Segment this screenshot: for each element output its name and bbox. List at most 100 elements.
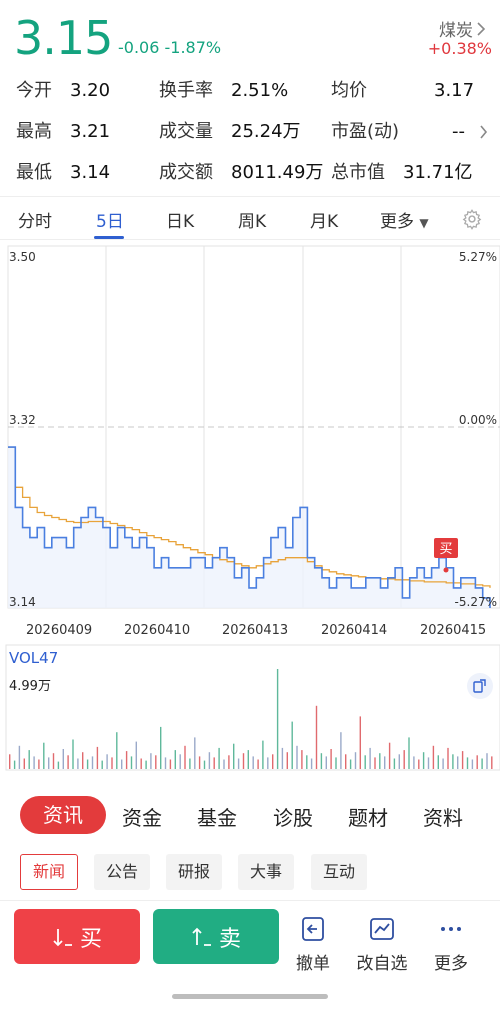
volume-bar bbox=[242, 753, 245, 769]
volume-bar bbox=[486, 753, 488, 769]
cancel-order-icon bbox=[302, 917, 324, 941]
volume-panel[interactable]: VOL47 4.99万 bbox=[0, 643, 500, 773]
volume-bar bbox=[471, 759, 474, 769]
volume-bar bbox=[130, 756, 133, 769]
volume-bar bbox=[101, 760, 103, 769]
amount-label: 成交额 bbox=[159, 162, 213, 183]
tab-daily[interactable]: 日K bbox=[166, 207, 194, 232]
y-axis-right-bottom-label: -5.27% bbox=[455, 595, 497, 609]
tab-theme[interactable]: 题材 bbox=[348, 802, 388, 831]
volume-bar bbox=[325, 756, 327, 769]
tab-diagnosis[interactable]: 诊股 bbox=[273, 802, 313, 831]
current-price: 3.15 bbox=[14, 11, 113, 65]
edit-watchlist-label: 改自选 bbox=[356, 954, 408, 974]
buy-button[interactable]: 买 bbox=[14, 909, 140, 964]
volume-bar bbox=[145, 760, 147, 769]
date-label: 20260413 bbox=[222, 623, 288, 638]
tab-more-label: 更多 bbox=[380, 212, 414, 232]
subtab-interaction[interactable]: 互动 bbox=[311, 854, 368, 890]
volume-bar bbox=[481, 758, 483, 769]
subtab-news[interactable]: 新闻 bbox=[20, 854, 79, 890]
volume-bar bbox=[208, 752, 211, 769]
change-percent: -1.87% bbox=[164, 38, 222, 57]
volume-label: 成交量 bbox=[159, 121, 213, 142]
volume-bar bbox=[67, 755, 69, 769]
volume-bar bbox=[198, 756, 201, 769]
buy-marker-dot bbox=[443, 567, 449, 573]
volume-bar bbox=[150, 753, 152, 769]
volume-bar bbox=[179, 754, 181, 769]
turnover-label: 换手率 bbox=[159, 80, 213, 101]
five-day-chart[interactable]: 3.50 3.32 3.14 5.27% 0.00% -5.27% 202604… bbox=[0, 240, 500, 640]
sell-button[interactable]: 卖 bbox=[153, 909, 279, 964]
tab-intraday[interactable]: 分时 bbox=[18, 207, 52, 232]
info-tabs: 资讯 资金 基金 诊股 题材 资料 bbox=[0, 790, 500, 840]
volume-bar bbox=[379, 753, 381, 769]
volume-bar bbox=[272, 754, 274, 769]
sector-link[interactable]: 煤炭 bbox=[439, 16, 486, 41]
edit-watchlist-icon bbox=[370, 918, 394, 940]
low-value: 3.14 bbox=[70, 162, 111, 183]
volume-bar bbox=[257, 759, 259, 769]
tab-capital[interactable]: 资金 bbox=[122, 802, 162, 831]
volume-bar bbox=[393, 758, 396, 769]
change-amount: -0.06 bbox=[118, 38, 160, 57]
volume-bar bbox=[62, 749, 64, 769]
volume-bar bbox=[82, 752, 84, 769]
tab-more[interactable]: 更多 ▼ bbox=[380, 207, 429, 232]
edit-watchlist-button[interactable]: 改自选 bbox=[351, 913, 413, 974]
more-button[interactable]: 更多 bbox=[420, 913, 482, 974]
more-dots-icon bbox=[441, 927, 461, 931]
home-indicator bbox=[172, 994, 328, 999]
volume-bar bbox=[169, 759, 172, 769]
subtab-research[interactable]: 研报 bbox=[166, 854, 223, 890]
volume-bar bbox=[418, 759, 420, 769]
tab-monthly[interactable]: 月K bbox=[310, 207, 338, 232]
y-axis-bottom-label: 3.14 bbox=[9, 595, 36, 609]
avg-value: 3.17 bbox=[434, 80, 475, 101]
volume-bar bbox=[48, 757, 50, 769]
y-axis-right-mid-label: 0.00% bbox=[459, 413, 497, 427]
volume-bar bbox=[291, 721, 293, 769]
volume-max-label: 4.99万 bbox=[9, 679, 51, 694]
volume-bar bbox=[91, 756, 94, 769]
chevron-right-icon[interactable] bbox=[480, 125, 488, 139]
gear-icon[interactable] bbox=[461, 208, 483, 230]
volume-bar bbox=[189, 758, 191, 769]
volume-bar bbox=[398, 754, 400, 769]
volume-bar bbox=[296, 745, 298, 769]
volume-bar bbox=[28, 750, 30, 769]
low-label: 最低 bbox=[16, 162, 52, 183]
subtab-announcement[interactable]: 公告 bbox=[94, 854, 151, 890]
rotate-screen-icon[interactable] bbox=[467, 673, 493, 699]
volume-bar bbox=[286, 752, 288, 769]
volume-bar bbox=[276, 669, 279, 769]
volume-value: 25.24万 bbox=[231, 121, 301, 142]
sell-arrow-icon bbox=[192, 927, 211, 946]
turnover-value: 2.51% bbox=[231, 80, 289, 101]
tab-weekly[interactable]: 周K bbox=[238, 207, 266, 232]
avg-label: 均价 bbox=[331, 80, 367, 101]
volume-bar bbox=[140, 758, 142, 769]
volume-bar bbox=[125, 751, 128, 769]
volume-bar bbox=[432, 745, 435, 769]
volume-bar bbox=[164, 757, 167, 769]
stats-row: 最低 3.14 成交额 8011.49万 总市值 31.71亿 bbox=[0, 152, 500, 193]
tab-profile[interactable]: 资料 bbox=[423, 802, 463, 831]
volume-bar bbox=[320, 753, 323, 769]
tab-news-info[interactable]: 资讯 bbox=[20, 796, 106, 834]
volume-title: VOL47 bbox=[9, 649, 59, 667]
tab-fund[interactable]: 基金 bbox=[197, 802, 237, 831]
volume-bar bbox=[413, 756, 415, 769]
volume-bar bbox=[72, 739, 74, 769]
subtab-events[interactable]: 大事 bbox=[238, 854, 295, 890]
open-value: 3.20 bbox=[70, 80, 111, 101]
tab-five-day[interactable]: 5日 bbox=[96, 207, 124, 232]
volume-bar bbox=[388, 742, 391, 769]
more-label: 更多 bbox=[434, 954, 468, 974]
volume-bar bbox=[174, 750, 176, 769]
volume-bar bbox=[57, 761, 60, 769]
volume-bar bbox=[330, 749, 332, 769]
volume-bar bbox=[96, 746, 99, 769]
cancel-order-button[interactable]: 撤单 bbox=[282, 913, 344, 974]
